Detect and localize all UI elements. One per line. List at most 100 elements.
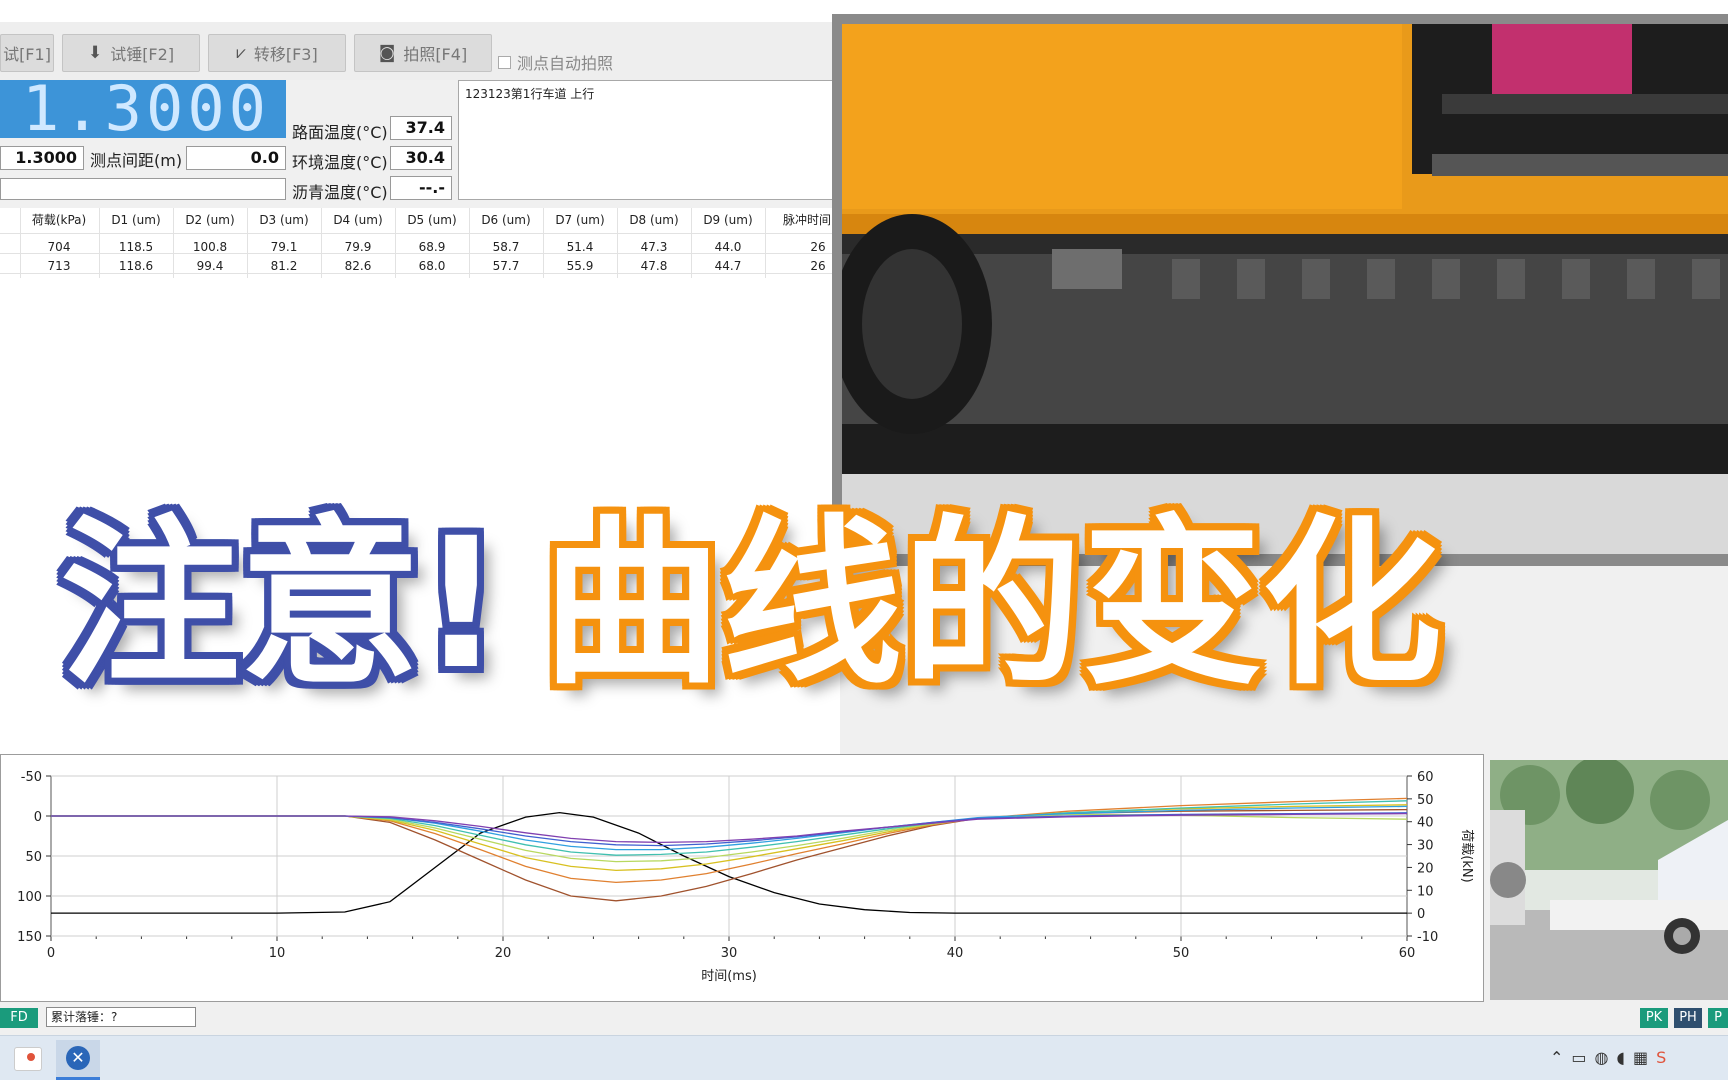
camera-icon: ◙ (378, 43, 396, 63)
table-col-divider (20, 208, 21, 278)
deflection-chart-panel: 0 10 20 30 40 50 60 -50 0 50 100 150 60 50 40 30 20 10 0 -1… (0, 754, 1484, 1002)
status-badge-ph: PH (1674, 1008, 1702, 1028)
env-temp-field[interactable]: 30.4 (390, 146, 452, 170)
y-left-tick-label: 0 (34, 810, 42, 825)
transfer-button[interactable]: ⩗ 转移[F3] (208, 34, 346, 72)
y-right-tick-label: 0 (1417, 907, 1425, 922)
spacing-label: 测点间距(m) (90, 151, 183, 170)
status-badge-p: P (1708, 1008, 1728, 1028)
drop-count-field: 累计落锤：? (46, 1007, 196, 1027)
table-cell: 68.0 (418, 259, 446, 273)
header-d1: D1 (um) (111, 213, 161, 227)
table-cell: 79.9 (344, 240, 372, 254)
header-cell: ) (0, 210, 10, 230)
table-cell: 82.6 (344, 259, 372, 273)
header-d5: D5 (um) (407, 213, 457, 227)
table-cell: 68.9 (418, 240, 446, 254)
chevron-up-icon[interactable]: ⌃ (1550, 1048, 1571, 1067)
header-load: 荷载(kPa) (31, 213, 87, 227)
env-temp-label: 环境温度(°C) (292, 153, 388, 172)
taskbar (0, 1035, 1728, 1080)
headline-curve-change: 曲线的变化 (542, 500, 1443, 709)
trailer-thumbnail-drawing (1490, 760, 1728, 1000)
header-d8: D8 (um) (629, 213, 679, 227)
y-right-tick-label: 50 (1417, 793, 1434, 808)
table-cell: 47.3 (640, 240, 668, 254)
transfer-icon: ⩗ (236, 43, 246, 63)
blank-field[interactable] (0, 178, 286, 200)
system-tray[interactable]: ⌃▭◍◖▦S (1550, 1048, 1674, 1067)
battery-icon[interactable]: ▭ (1571, 1048, 1594, 1067)
speaker-icon[interactable]: ◖ (1617, 1048, 1633, 1067)
y-right-tick-label: -10 (1417, 930, 1438, 945)
asphalt-temp-field[interactable]: --.- (390, 176, 452, 200)
deflection-table: ) 荷载(kPa) D1 (um) D2 (um) D3 (um) D4 (um… (0, 208, 840, 278)
test-button-label: 试[F1] (3, 45, 51, 64)
notes-box[interactable]: 123123第1行车道 上行 (458, 80, 840, 200)
y-right-tick-label: 30 (1417, 839, 1434, 854)
x-tick-label: 20 (495, 946, 512, 961)
table-cell: 57.7 (492, 259, 520, 273)
taskbar-active-app[interactable]: ✕ (56, 1040, 100, 1080)
table-col-divider (765, 208, 766, 278)
y-left-tick-label: 150 (17, 930, 42, 945)
photo-label: 拍照[F4] (403, 45, 468, 64)
status-badge-pk: PK (1640, 1008, 1668, 1028)
vehicle-photo (842, 24, 1728, 554)
table-cell: 713 (47, 259, 71, 273)
table-cell: 47.8 (640, 259, 668, 273)
table-cell: 99.4 (196, 259, 224, 273)
y-left-tick-label: -50 (21, 770, 42, 785)
app-logo-icon: ✕ (66, 1046, 90, 1070)
table-cell: 81.2 (270, 259, 298, 273)
spacing-field[interactable]: 0.0 (186, 146, 286, 170)
x-tick-label: 40 (947, 946, 964, 961)
table-cell: 118.5 (118, 240, 154, 254)
deflection-chart: 0 10 20 30 40 50 60-500501001506050403020100-1… (17, 770, 1474, 984)
table-cell: 118.6 (118, 259, 154, 273)
globe-icon[interactable]: ◍ (1595, 1048, 1617, 1067)
x-tick-label: 50 (1173, 946, 1190, 961)
y-right-tick-label: 60 (1417, 770, 1434, 785)
y-right-tick-label: 10 (1417, 884, 1434, 899)
photo-button[interactable]: ◙ 拍照[F4] (354, 34, 492, 72)
table-cell: 44.7 (714, 259, 742, 273)
headline-attention: 注意! (60, 500, 503, 709)
header-d7: D7 (um) (555, 213, 605, 227)
down-arrow-icon: ⬇ (87, 43, 103, 63)
y-left-tick-label: 100 (17, 890, 42, 905)
x-axis-label: 时间(ms) (701, 969, 757, 984)
x-tick-label: 30 (721, 946, 738, 961)
y-right-axis-label: 荷载(kN) (1459, 829, 1474, 882)
status-badge-fd: FD (0, 1008, 38, 1028)
station-field[interactable]: 1.3000 (0, 146, 84, 170)
x-tick-label: 60 (1399, 946, 1416, 961)
headline: 注意! 曲线的变化 (60, 490, 1442, 720)
x-tick-label: 0 (47, 946, 55, 961)
road-temp-field[interactable]: 37.4 (390, 116, 452, 140)
checkbox-box[interactable] (498, 55, 511, 69)
table-cell: 100.8 (192, 240, 228, 254)
input-s-icon[interactable]: S (1656, 1048, 1674, 1067)
trial-drop-label: 试锤[F2] (110, 45, 175, 64)
header-d3: D3 (um) (259, 213, 309, 227)
table-cell: 79.1 (270, 240, 298, 254)
header-d9: D9 (um) (703, 213, 753, 227)
road-temp-label: 路面温度(°C) (292, 123, 388, 142)
test-button[interactable]: 试[F1] (0, 34, 54, 72)
ime-icon[interactable]: ▦ (1633, 1048, 1656, 1067)
taskbar-app-icon[interactable] (14, 1047, 42, 1071)
asphalt-temp-label: 沥青温度(°C) (292, 183, 388, 202)
y-right-tick-label: 20 (1417, 861, 1434, 876)
trailer-thumbnail (1490, 760, 1728, 1000)
trial-drop-button[interactable]: ⬇ 试锤[F2] (62, 34, 200, 72)
table-cell: 704 (47, 240, 71, 254)
table-cell: 58.7 (492, 240, 520, 254)
header-d4: D4 (um) (333, 213, 383, 227)
y-right-tick-label: 40 (1417, 816, 1434, 831)
y-left-tick-label: 50 (25, 850, 42, 865)
header-d2: D2 (um) (185, 213, 235, 227)
table-cell: 55.9 (566, 259, 594, 273)
auto-photo-checkbox[interactable]: 测点自动拍照 (498, 52, 613, 73)
table-row-divider (0, 233, 840, 234)
